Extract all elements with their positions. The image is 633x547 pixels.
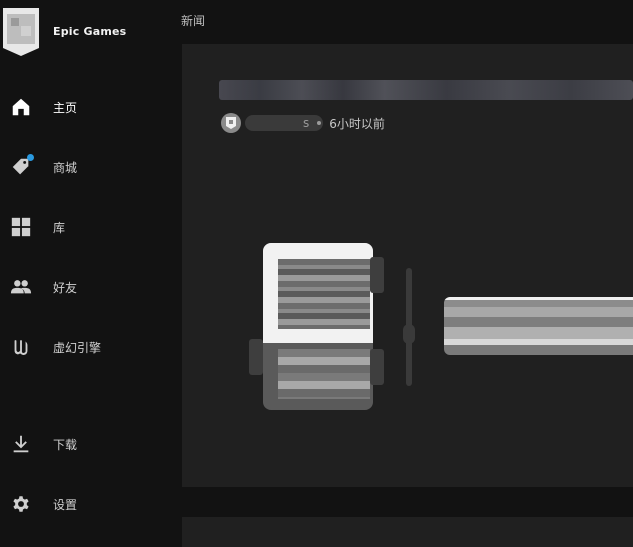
sidebar-item-unreal-engine[interactable]: 虚幻引擎 [0,325,168,369]
brand[interactable]: Epic Games [0,0,168,64]
author-name-redacted [245,115,323,131]
main-header: 新闻 [168,0,633,44]
sidebar-item-label: 设置 [53,498,78,512]
epic-games-launcher: Epic Games 主页 商城 库 好友 虚幻引擎 下载 设置 新闻 s 6小… [0,0,633,547]
sidebar-item-downloads[interactable]: 下载 [0,422,168,466]
sidebar-item-label: 下载 [53,438,78,452]
sidebar: Epic Games 主页 商城 库 好友 虚幻引擎 下载 设置 [0,0,168,547]
device-side-tab [370,257,384,293]
news-illustration-bar [444,297,633,355]
news-meta: s 6小时以前 [221,112,385,134]
device-lower-panel [278,349,370,399]
sidebar-item-label: 库 [53,221,66,235]
sidebar-item-label: 虚幻引擎 [53,341,102,355]
author-logo-icon [226,117,236,129]
download-icon [9,432,33,456]
notification-badge [27,154,34,161]
sidebar-item-label: 商城 [53,161,78,175]
news-illustration-device [249,243,384,410]
friends-icon [9,275,33,299]
unreal-icon [9,335,33,359]
sidebar-item-label: 好友 [53,281,78,295]
news-timestamp: 6小时以前 [329,116,385,131]
sidebar-item-label: 主页 [53,101,78,115]
home-icon [9,95,33,119]
device-screen-content [278,259,370,329]
sidebar-item-settings[interactable]: 设置 [0,482,168,526]
brand-name: Epic Games [53,25,127,38]
news-headline-redacted[interactable] [219,80,633,100]
sidebar-item-friends[interactable]: 好友 [0,265,168,309]
author-name: s [303,116,310,130]
author-avatar [221,113,241,133]
sidebar-item-store[interactable]: 商城 [0,145,168,189]
illustration-divider-knob [403,324,415,344]
page-title: 新闻 [181,14,206,28]
grid-icon [9,215,33,239]
tag-icon [9,154,34,179]
news-card[interactable]: s 6小时以前 [182,44,633,487]
gear-icon [9,492,33,516]
sidebar-item-home[interactable]: 主页 [0,85,168,129]
sidebar-item-library[interactable]: 库 [0,205,168,249]
epic-games-logo-icon [3,8,39,56]
next-news-card[interactable] [182,517,633,547]
device-side-tab [249,339,263,375]
device-side-tab [370,349,384,385]
